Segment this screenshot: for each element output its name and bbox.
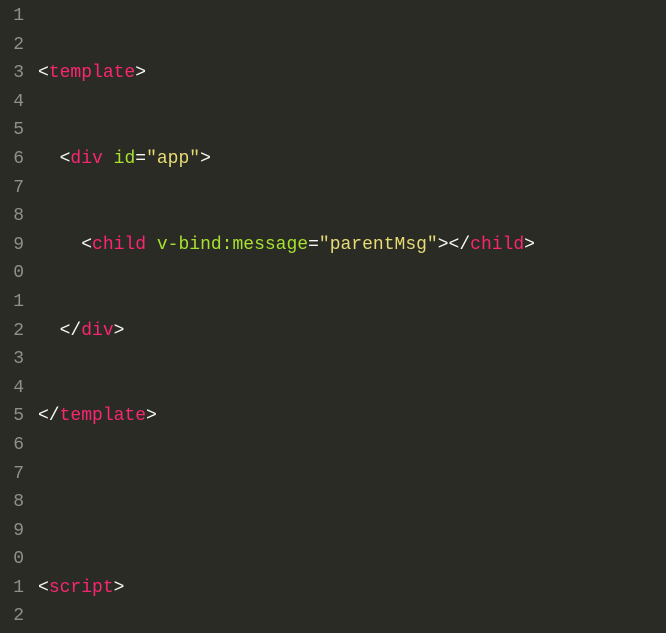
line-number: 4 [0, 374, 24, 403]
line-number: 8 [0, 488, 24, 517]
html-tag: child [92, 235, 146, 255]
line-number: 9 [0, 231, 24, 260]
line-number: 1 [0, 574, 24, 603]
html-tag: div [70, 149, 102, 169]
line-number: 5 [0, 402, 24, 431]
code-line[interactable] [38, 488, 535, 517]
html-tag: div [81, 321, 113, 341]
line-number: 4 [0, 88, 24, 117]
space [146, 235, 157, 255]
line-number: 2 [0, 317, 24, 346]
code-line[interactable]: <div id="app"> [38, 145, 535, 174]
string: "app" [146, 149, 200, 169]
line-number: 8 [0, 202, 24, 231]
line-number: 7 [0, 460, 24, 489]
line-number: 6 [0, 145, 24, 174]
angle-bracket: > [200, 149, 211, 169]
angle-bracket: > [146, 406, 157, 426]
code-line[interactable]: <child v-bind:message="parentMsg"></chil… [38, 231, 535, 260]
angle-bracket: < [38, 578, 49, 598]
angle-bracket: > [114, 321, 125, 341]
html-tag: template [49, 63, 135, 83]
line-number: 5 [0, 116, 24, 145]
line-number: 3 [0, 59, 24, 88]
code-editor[interactable]: 1 2 3 4 5 6 7 8 9 0 1 2 3 4 5 6 7 8 9 0 … [0, 0, 666, 633]
indent [38, 321, 60, 341]
line-number: 3 [0, 345, 24, 374]
angle-bracket: < [38, 63, 49, 83]
html-attribute: id [114, 149, 136, 169]
angle-bracket: > [114, 578, 125, 598]
line-number: 7 [0, 174, 24, 203]
line-number: 1 [0, 288, 24, 317]
angle-bracket: < [60, 149, 71, 169]
line-number: 0 [0, 259, 24, 288]
angle-bracket: </ [38, 406, 60, 426]
line-number: 2 [0, 31, 24, 60]
angle-bracket: </ [60, 321, 82, 341]
angle-bracket: ></ [438, 235, 470, 255]
angle-bracket: > [135, 63, 146, 83]
line-number-gutter: 1 2 3 4 5 6 7 8 9 0 1 2 3 4 5 6 7 8 9 0 … [0, 0, 30, 633]
angle-bracket: > [524, 235, 535, 255]
indent [38, 149, 60, 169]
line-number: 6 [0, 431, 24, 460]
line-number: 0 [0, 545, 24, 574]
line-number: 1 [0, 2, 24, 31]
html-tag: script [49, 578, 114, 598]
code-line[interactable]: </div> [38, 317, 535, 346]
indent [38, 235, 81, 255]
html-attribute: v-bind:message [157, 235, 308, 255]
code-area[interactable]: <template> <div id="app"> <child v-bind:… [30, 0, 535, 633]
code-line[interactable]: </template> [38, 402, 535, 431]
html-tag: child [470, 235, 524, 255]
line-number: 2 [0, 602, 24, 631]
equals: = [308, 235, 319, 255]
line-number: 9 [0, 517, 24, 546]
angle-bracket: < [81, 235, 92, 255]
code-line[interactable]: <template> [38, 59, 535, 88]
html-tag: template [60, 406, 146, 426]
equals: = [135, 149, 146, 169]
string: "parentMsg" [319, 235, 438, 255]
code-line[interactable]: <script> [38, 574, 535, 603]
space [103, 149, 114, 169]
